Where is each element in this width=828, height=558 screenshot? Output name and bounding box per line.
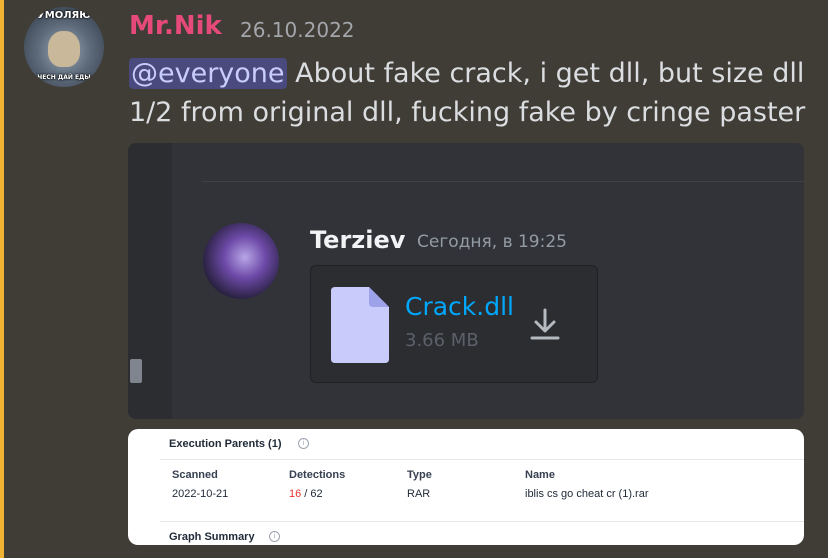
file-attachment: Crack.dll 3.66 MB xyxy=(310,265,598,383)
virustotal-card[interactable]: Execution Parents (1) i Scanned Detectio… xyxy=(128,429,804,545)
screenshot-divider xyxy=(202,181,804,182)
everyone-mention[interactable]: @everyone xyxy=(129,58,287,89)
header-divider xyxy=(160,459,804,460)
row-name-link[interactable]: iblis cs go cheat cr (1).rar xyxy=(525,488,648,500)
row-detections: 16 / 62 xyxy=(289,488,323,500)
execution-parents-title: Execution Parents (1) xyxy=(169,438,282,450)
download-icon xyxy=(530,308,560,340)
row-type: RAR xyxy=(407,488,431,500)
detections-total: / 62 xyxy=(301,488,323,500)
terziev-username: Terziev xyxy=(310,226,406,254)
column-header-scanned: Scanned xyxy=(172,469,218,481)
message-username[interactable]: Mr.Nik xyxy=(129,11,222,41)
row-scanned-date: 2022-10-21 xyxy=(172,488,229,500)
sidebar-glyph xyxy=(130,359,142,383)
avatar-text-top: УМОЛЯЮ xyxy=(37,10,91,21)
column-header-type: Type xyxy=(407,469,432,481)
section-divider xyxy=(160,521,804,522)
graph-summary-title: Graph Summary xyxy=(169,531,255,543)
file-size: 3.66 MB xyxy=(405,330,479,351)
terziev-avatar xyxy=(203,223,279,299)
file-name-link: Crack.dll xyxy=(405,292,514,321)
column-header-detections: Detections xyxy=(289,469,346,481)
info-icon[interactable]: i xyxy=(269,531,280,542)
message-content: @everyone About fake crack, i get dll, b… xyxy=(129,54,819,132)
avatar-creature xyxy=(48,31,80,67)
avatar-text-bottom: ЧЕСН ДАЙ ЕДЫ xyxy=(37,74,91,81)
file-icon xyxy=(331,287,389,363)
info-icon[interactable]: i xyxy=(298,438,309,449)
user-avatar[interactable]: УМОЛЯЮ ЧЕСН ДАЙ ЕДЫ xyxy=(24,7,104,87)
mention-highlight-bar xyxy=(0,0,4,558)
terziev-timestamp: Сегодня, в 19:25 xyxy=(417,232,567,252)
column-header-name: Name xyxy=(525,469,555,481)
detections-hit: 16 xyxy=(289,488,302,500)
message-timestamp: 26.10.2022 xyxy=(240,18,355,42)
embedded-screenshot[interactable]: Terziev Сегодня, в 19:25 Crack.dll 3.66 … xyxy=(128,143,804,419)
